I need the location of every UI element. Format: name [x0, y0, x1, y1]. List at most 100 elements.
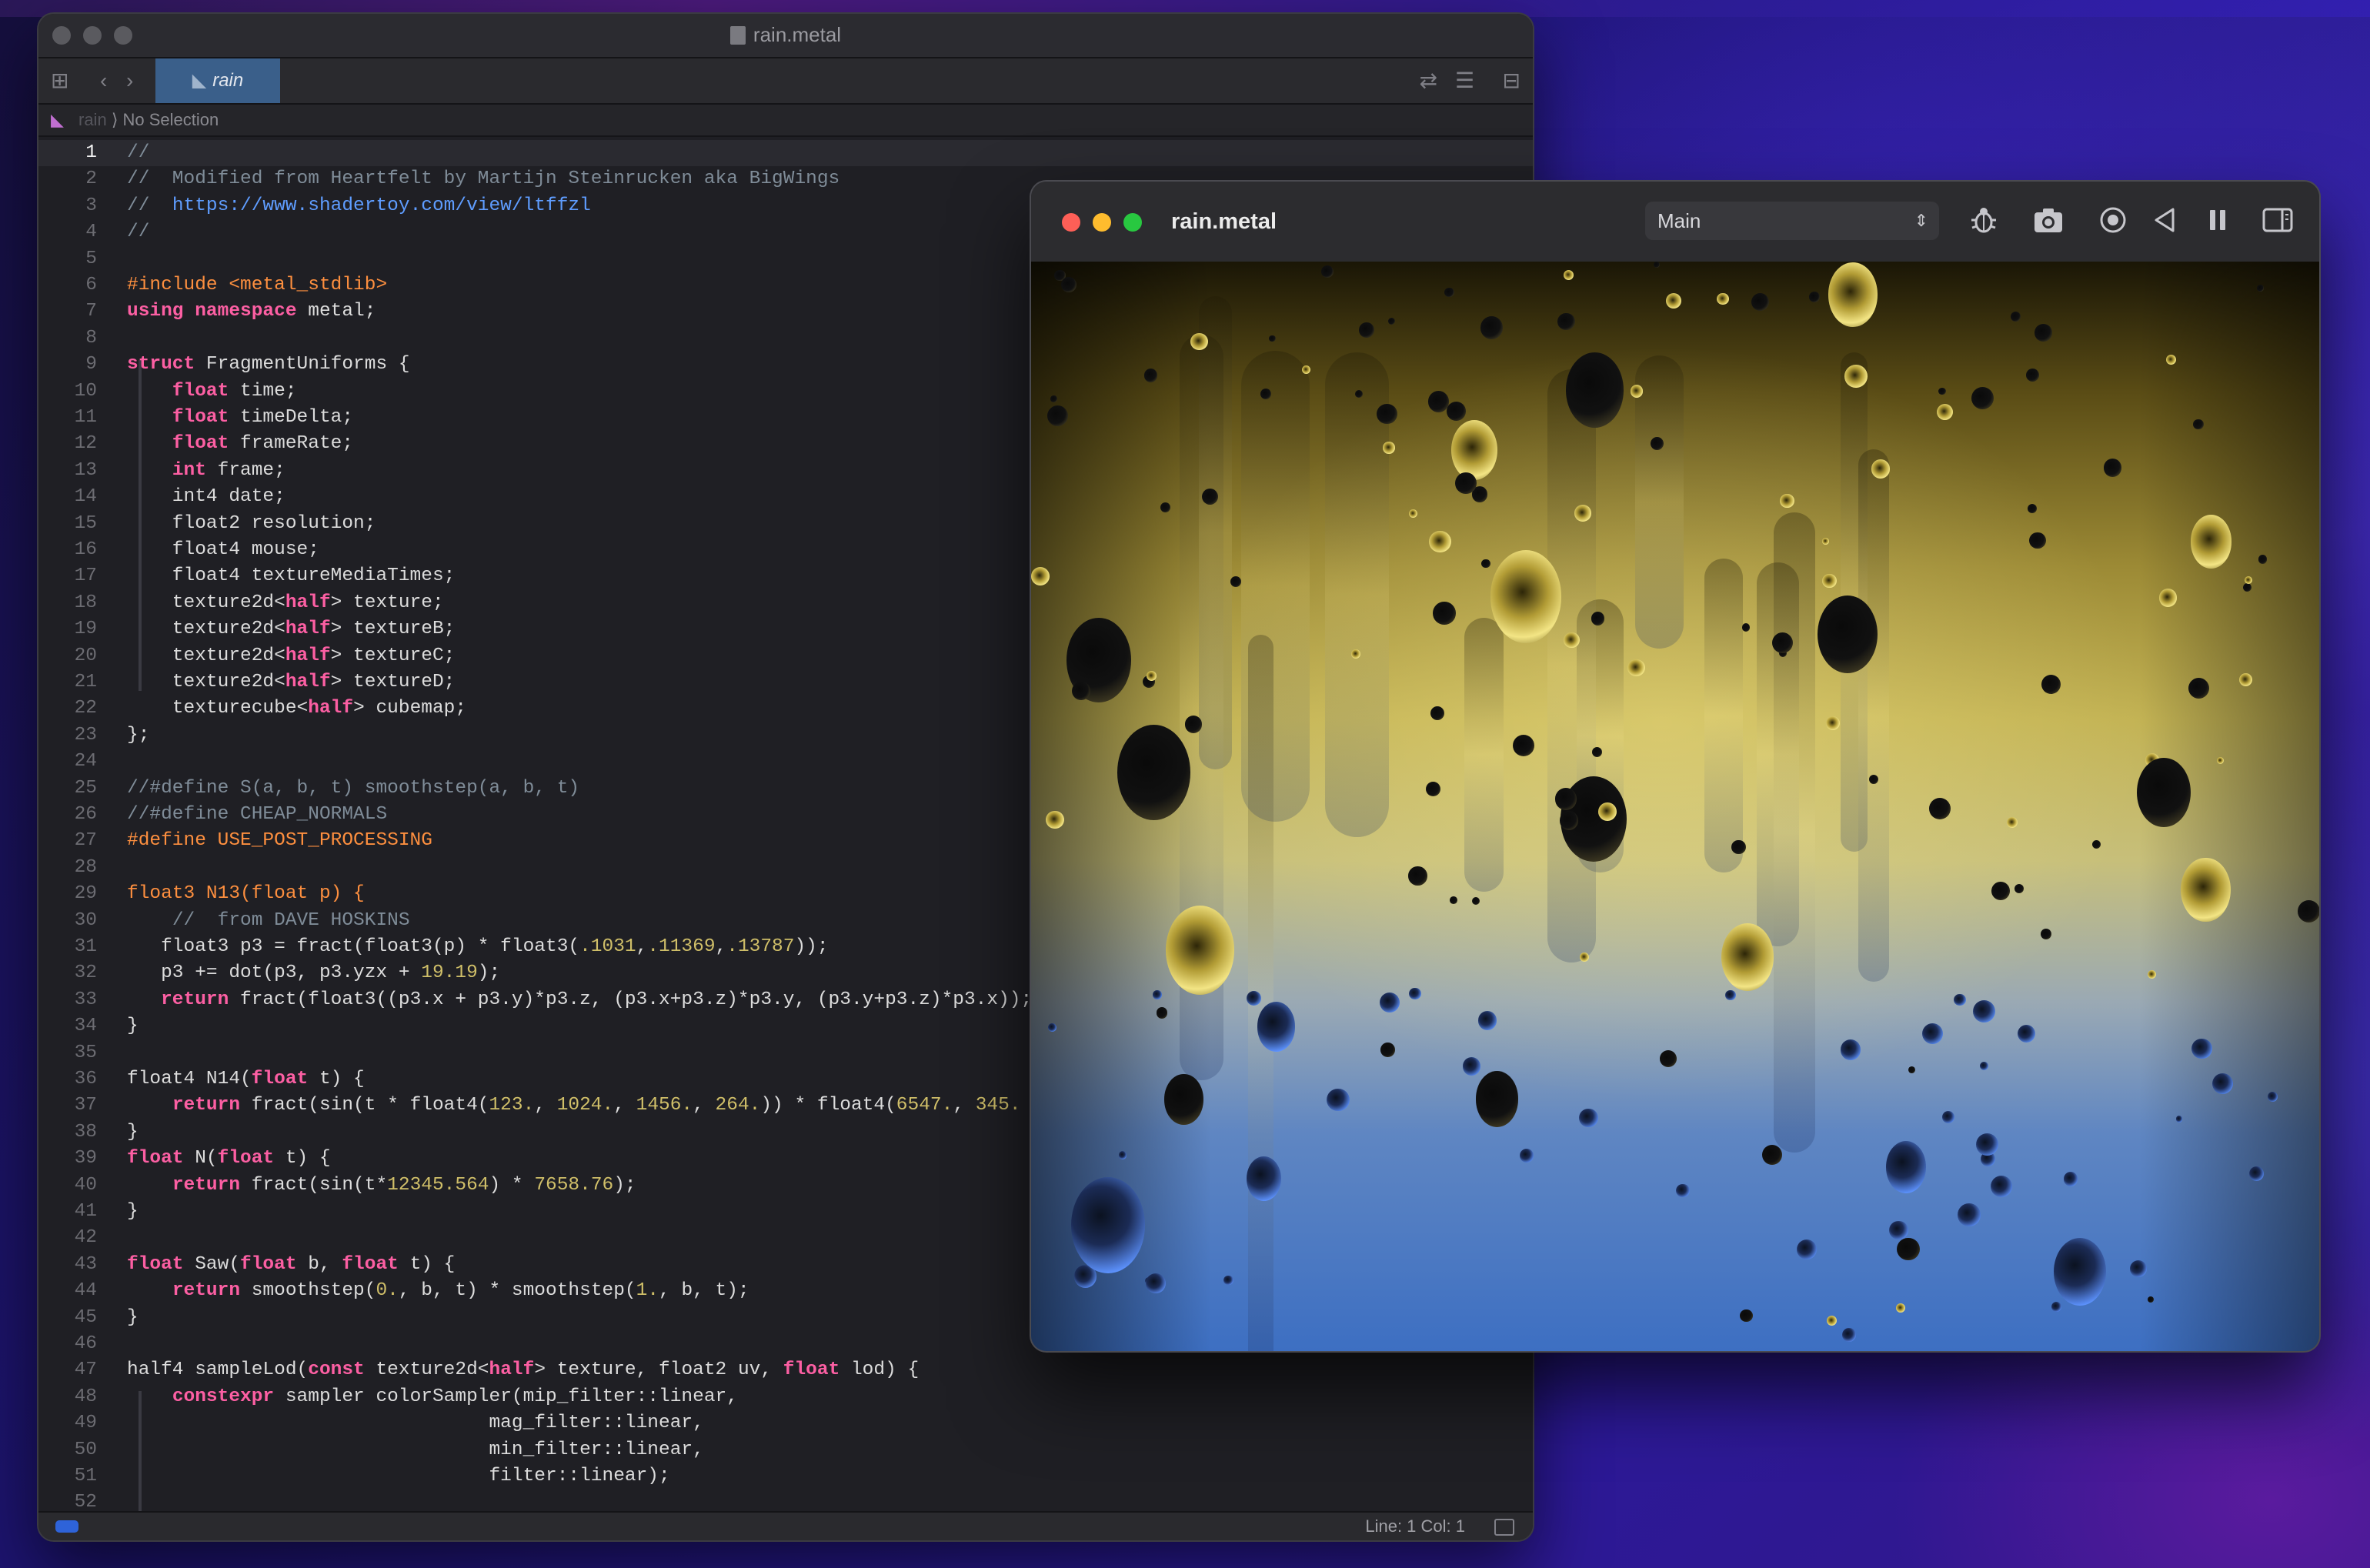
line-text: int frame;	[172, 459, 285, 481]
raindrop	[1153, 990, 1162, 999]
line-text: filter::linear);	[127, 1466, 670, 1486]
raindrop	[1246, 1156, 1281, 1202]
code-line[interactable]: 47 half4 sampleLod(const texture2d<half> …	[38, 1357, 1533, 1383]
back-chevron-icon[interactable]: ‹	[100, 58, 107, 103]
line-text: struct FragmentUniforms {	[127, 354, 410, 375]
raindrop	[1740, 1309, 1753, 1323]
line-number: 39	[74, 1148, 97, 1169]
raindrop	[1871, 459, 1890, 479]
line-text: float time;	[172, 380, 297, 402]
raindrop	[1164, 1074, 1203, 1125]
debug-area-icon[interactable]	[1494, 1519, 1514, 1536]
rain-streak	[1858, 449, 1889, 982]
camera-icon[interactable]	[2031, 205, 2065, 239]
raindrop	[1975, 1133, 1998, 1156]
raindrop	[1409, 987, 1421, 1000]
raindrop	[1447, 401, 1466, 421]
line-number: 27	[74, 830, 97, 852]
line-text: float4 textureMediaTimes;	[127, 565, 456, 587]
record-icon[interactable]	[2096, 205, 2130, 239]
breadcrumb-file[interactable]: rain	[78, 110, 107, 129]
minimap-icon[interactable]: ☰	[1455, 58, 1474, 103]
raindrop	[1665, 292, 1682, 309]
raindrop	[1380, 1043, 1395, 1057]
pause-icon[interactable]	[2201, 205, 2235, 239]
line-number: 28	[74, 856, 97, 878]
raindrop	[1383, 442, 1395, 454]
line-number: 36	[74, 1069, 97, 1089]
rain-streak	[1324, 352, 1389, 837]
debug-bug-icon[interactable]	[1967, 205, 2001, 239]
swap-arrows-icon[interactable]: ⇄	[1420, 58, 1437, 103]
raindrop	[1936, 403, 1954, 420]
line-number: 31	[74, 936, 97, 957]
forward-chevron-icon[interactable]: ›	[126, 58, 133, 103]
status-indicator-icon[interactable]	[55, 1520, 78, 1533]
line-number: 20	[74, 645, 97, 666]
line-number: 48	[74, 1386, 97, 1407]
scene-select[interactable]: Main ⇕	[1645, 202, 1939, 240]
line-number: 7	[85, 301, 97, 322]
line-text: min_filter::linear,	[127, 1439, 704, 1460]
breadcrumb-selection[interactable]: No Selection	[123, 110, 219, 129]
raindrop	[2258, 554, 2268, 564]
split-editor-icon[interactable]: ⊟	[1503, 58, 1520, 103]
raindrop	[1954, 993, 1966, 1006]
code-line[interactable]: 48 constexpr sampler colorSampler(mip_fi…	[38, 1384, 1533, 1410]
raindrop	[2165, 354, 2177, 365]
preview-window: rain.metal Main ⇕	[1031, 182, 2319, 1351]
raindrop	[1991, 881, 2010, 900]
minimize-button[interactable]	[1093, 213, 1111, 232]
raindrop	[2297, 899, 2319, 922]
editor-titlebar[interactable]: rain.metal	[38, 14, 1533, 58]
raindrop	[1725, 989, 1736, 1001]
code-line[interactable]: 50 min_filter::linear,	[38, 1437, 1533, 1463]
raindrop	[2040, 928, 2051, 940]
raindrop	[1885, 1141, 1926, 1194]
raindrop	[2181, 857, 2231, 922]
raindrop	[2147, 969, 2157, 979]
raindrop	[1557, 312, 1575, 330]
raindrop	[1408, 866, 1427, 886]
raindrop	[1958, 1203, 1981, 1226]
raindrop	[2054, 1237, 2107, 1306]
raindrop	[2137, 757, 2191, 828]
line-text: texture2d<half> textureC;	[127, 645, 456, 666]
tab-rain[interactable]: ◣ rain	[155, 58, 280, 103]
editor-toolbar: ⊞ ‹ › ◣ rain ⇄ ☰ ⊟	[38, 58, 1533, 105]
line-text: float frameRate;	[172, 433, 354, 455]
line-number: 43	[74, 1253, 97, 1275]
line-text: }	[127, 1016, 139, 1037]
grid-icon[interactable]: ⊞	[51, 58, 68, 103]
code-line[interactable]: 51 filter::linear);	[38, 1463, 1533, 1490]
raindrop	[1160, 502, 1170, 512]
line-number: 2	[85, 168, 97, 190]
raindrop	[1450, 896, 1457, 905]
raindrop	[1326, 1088, 1350, 1112]
code-line[interactable]: 1 //	[38, 140, 1533, 166]
line-number: 49	[74, 1413, 97, 1434]
raindrop	[1908, 1066, 1915, 1073]
raindrop	[2191, 1038, 2212, 1059]
shader-render-canvas[interactable]	[1031, 262, 2319, 1351]
sidebar-icon[interactable]	[2261, 205, 2295, 239]
zoom-button[interactable]	[1123, 213, 1142, 232]
raindrop	[1156, 1007, 1167, 1019]
rain-streak	[1634, 355, 1684, 649]
close-button[interactable]	[1062, 213, 1080, 232]
raindrop	[1579, 952, 1589, 962]
raindrop	[1598, 802, 1617, 821]
code-line[interactable]: 52	[38, 1490, 1533, 1513]
raindrop	[1480, 316, 1504, 339]
line-number: 17	[74, 565, 97, 587]
raindrop	[2017, 1025, 2035, 1043]
rain-streak	[1547, 369, 1596, 962]
preview-titlebar[interactable]: rain.metal Main ⇕	[1031, 182, 2319, 262]
rewind-icon[interactable]	[2148, 205, 2182, 239]
code-line[interactable]: 49 mag_filter::linear,	[38, 1410, 1533, 1436]
line-number: 30	[74, 909, 97, 931]
line-number: 9	[85, 354, 97, 375]
raindrop	[1048, 1023, 1056, 1032]
breadcrumb-chevron-icon: ⟩	[111, 110, 123, 129]
line-number: 24	[74, 751, 97, 772]
